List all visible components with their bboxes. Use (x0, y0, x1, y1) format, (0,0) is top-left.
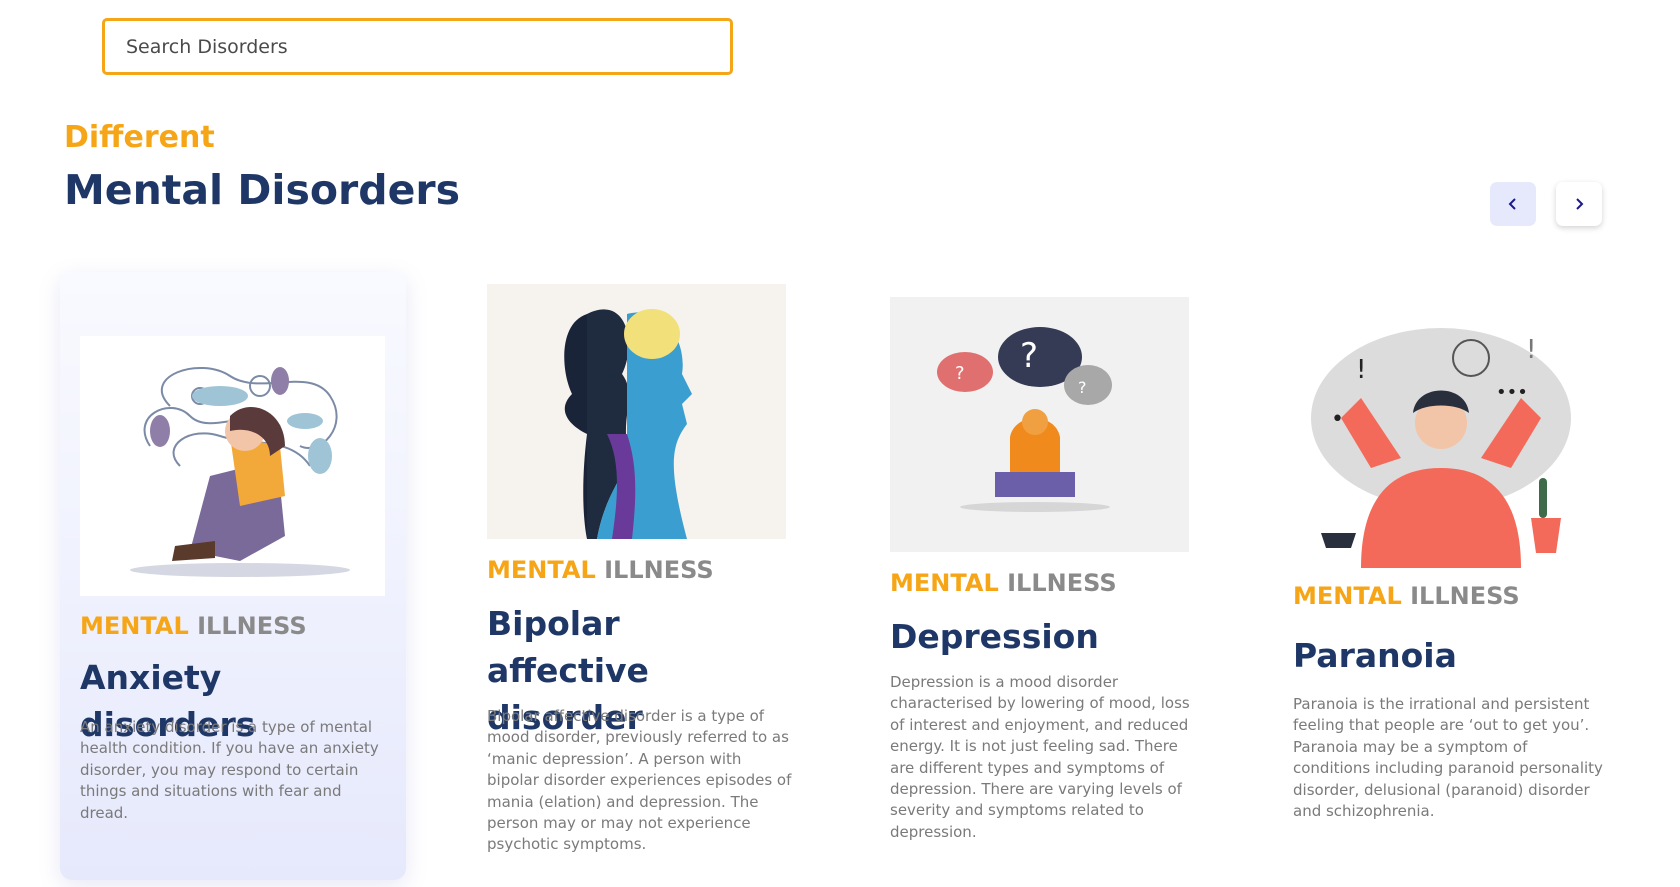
paranoia-illustration: ! ! ••• ••• (1301, 318, 1581, 568)
card-category: MENTAL ILLNESS (80, 612, 307, 640)
disorder-card-bipolar[interactable]: MENTAL ILLNESS Bipolar affective disorde… (487, 284, 797, 864)
section-title: Mental Disorders (64, 166, 461, 214)
svg-text:!: ! (1526, 335, 1536, 365)
chevron-right-icon (1576, 198, 1584, 210)
card-category: MENTAL ILLNESS (1293, 582, 1520, 610)
section-eyebrow: Different (64, 120, 215, 155)
card-title: Paranoia (1293, 636, 1457, 675)
depression-illustration: ? ? ? (890, 297, 1189, 552)
disorder-card-paranoia[interactable]: ! ! ••• ••• MENTAL ILLNESS Paranoia Para… (1293, 318, 1603, 858)
anxiety-illustration (80, 336, 385, 596)
card-title: Depression (890, 617, 1099, 656)
card-description: Paranoia is the irrational and persisten… (1293, 695, 1603, 821)
svg-text:?: ? (1020, 336, 1038, 376)
svg-text:?: ? (1078, 378, 1087, 397)
svg-text:!: ! (1356, 355, 1366, 385)
card-description: Depression is a mood disorder characteri… (890, 673, 1190, 841)
svg-text:•••: ••• (1496, 382, 1528, 403)
disorder-card-anxiety[interactable]: MENTAL ILLNESS Anxiety disorders An anxi… (60, 272, 406, 880)
bipolar-illustration (487, 284, 786, 539)
card-category: MENTAL ILLNESS (487, 556, 714, 584)
page: Different Mental Disorders (0, 0, 1680, 887)
disorder-card-depression[interactable]: ? ? ? MENTAL ILLNESS Depression Depressi… (890, 297, 1200, 857)
card-category: MENTAL ILLNESS (890, 569, 1117, 597)
card-description: An anxiety disorder is a type of mental … (80, 718, 379, 822)
carousel-next-button[interactable] (1556, 182, 1602, 226)
carousel-prev-button[interactable] (1490, 182, 1536, 226)
search-input[interactable] (102, 18, 733, 75)
chevron-left-icon (1508, 198, 1516, 210)
card-description: Bipolar affective disorder is a type of … (487, 707, 792, 854)
svg-text:?: ? (955, 363, 965, 384)
